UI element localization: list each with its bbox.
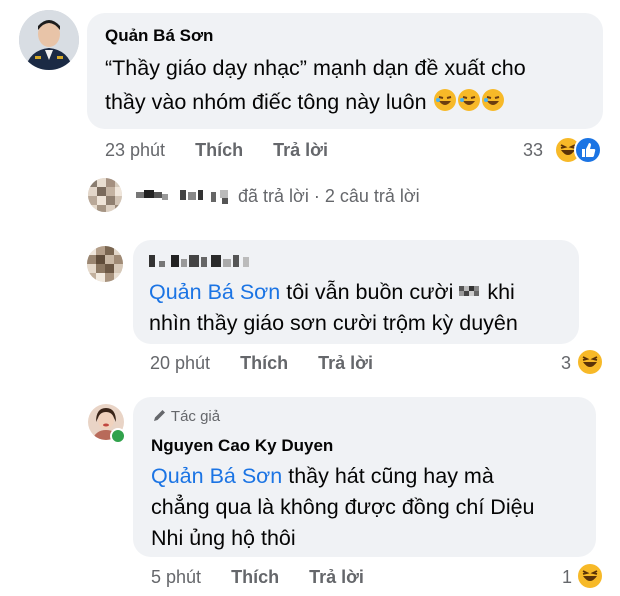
- reply-1-mention[interactable]: Quản Bá Sơn: [149, 280, 280, 304]
- reaction-icons[interactable]: [554, 136, 606, 164]
- reply-2-author[interactable]: Nguyen Cao Ky Duyen: [151, 436, 333, 456]
- reply-1-actions: 20 phút Thích Trả lời: [150, 353, 373, 374]
- rofl-emoji-2: [457, 88, 481, 121]
- author-badge-label: Tác giả: [170, 408, 221, 425]
- avatar-quan-ba-son[interactable]: [19, 10, 79, 70]
- comment-text-line-2: thầy vào nhóm điếc tông này luôn: [105, 87, 505, 121]
- reply-2-haha-reaction-icon[interactable]: [576, 562, 604, 595]
- reply-1-text-line-2: nhìn thầy giáo sơn cười trộm kỳ duyên: [149, 311, 518, 335]
- comment-actions: 23 phút Thích Trả lời: [105, 140, 328, 161]
- reply-2-time[interactable]: 5 phút: [151, 567, 201, 587]
- redacted-replier-name: [136, 186, 236, 208]
- like-reaction-icon: [574, 136, 602, 169]
- replier-avatar-pixelated[interactable]: [88, 178, 122, 212]
- rofl-emoji-3: [481, 88, 505, 121]
- reply-1-like-button[interactable]: Thích: [240, 353, 288, 373]
- reply-2-like-button[interactable]: Thích: [231, 567, 279, 587]
- reaction-count[interactable]: 33: [523, 140, 543, 161]
- reply-1-reply-button[interactable]: Trả lời: [318, 353, 373, 373]
- redacted-emoji-icon: [459, 280, 481, 311]
- reply-button[interactable]: Trả lời: [273, 140, 328, 160]
- reply-2-mention[interactable]: Quản Bá Sơn: [151, 464, 282, 488]
- avatar-photo: [19, 10, 79, 70]
- reply-1-text-a: tôi vẫn buồn cười: [280, 280, 454, 304]
- comment-time[interactable]: 23 phút: [105, 140, 165, 160]
- reply-1-avatar-pixelated[interactable]: [87, 246, 123, 282]
- reply-2-reaction-count[interactable]: 1: [562, 567, 572, 588]
- reply-1-haha-reaction-icon[interactable]: [576, 348, 604, 381]
- comment-author[interactable]: Quản Bá Sơn: [105, 26, 213, 46]
- view-replies-link[interactable]: đã trả lời · 2 câu trả lời: [238, 186, 420, 207]
- comment-text-body: thầy vào nhóm điếc tông này luôn: [105, 90, 427, 114]
- reply-2-text-line-2: chẳng qua là không được đồng chí Diệu: [151, 495, 535, 519]
- pencil-icon: [152, 408, 167, 427]
- reply-1-reaction-count[interactable]: 3: [561, 353, 571, 374]
- reply-1-time[interactable]: 20 phút: [150, 353, 210, 373]
- rofl-emoji-1: [433, 88, 457, 121]
- reply-2-reply-button[interactable]: Trả lời: [309, 567, 364, 587]
- reply-1-redacted-author: [149, 251, 259, 273]
- author-badge: Tác giả: [152, 408, 220, 427]
- reply-1-text-line-1: Quản Bá Sơn tôi vẫn buồn cười khi: [149, 277, 515, 311]
- comment-text-line-1: “Thầy giáo dạy nhạc” mạnh dạn đề xuất ch…: [105, 56, 526, 80]
- reply-2-actions: 5 phút Thích Trả lời: [151, 567, 364, 588]
- reply-2-text-line-3: Nhi ủng hộ thôi: [151, 526, 296, 550]
- online-status-dot: [110, 428, 126, 444]
- reply-1-text-b: khi: [481, 280, 515, 304]
- like-button[interactable]: Thích: [195, 140, 243, 160]
- reply-2-text-a: thầy hát cũng hay mà: [282, 464, 494, 488]
- reply-2-text-line-1: Quản Bá Sơn thầy hát cũng hay mà: [151, 461, 494, 492]
